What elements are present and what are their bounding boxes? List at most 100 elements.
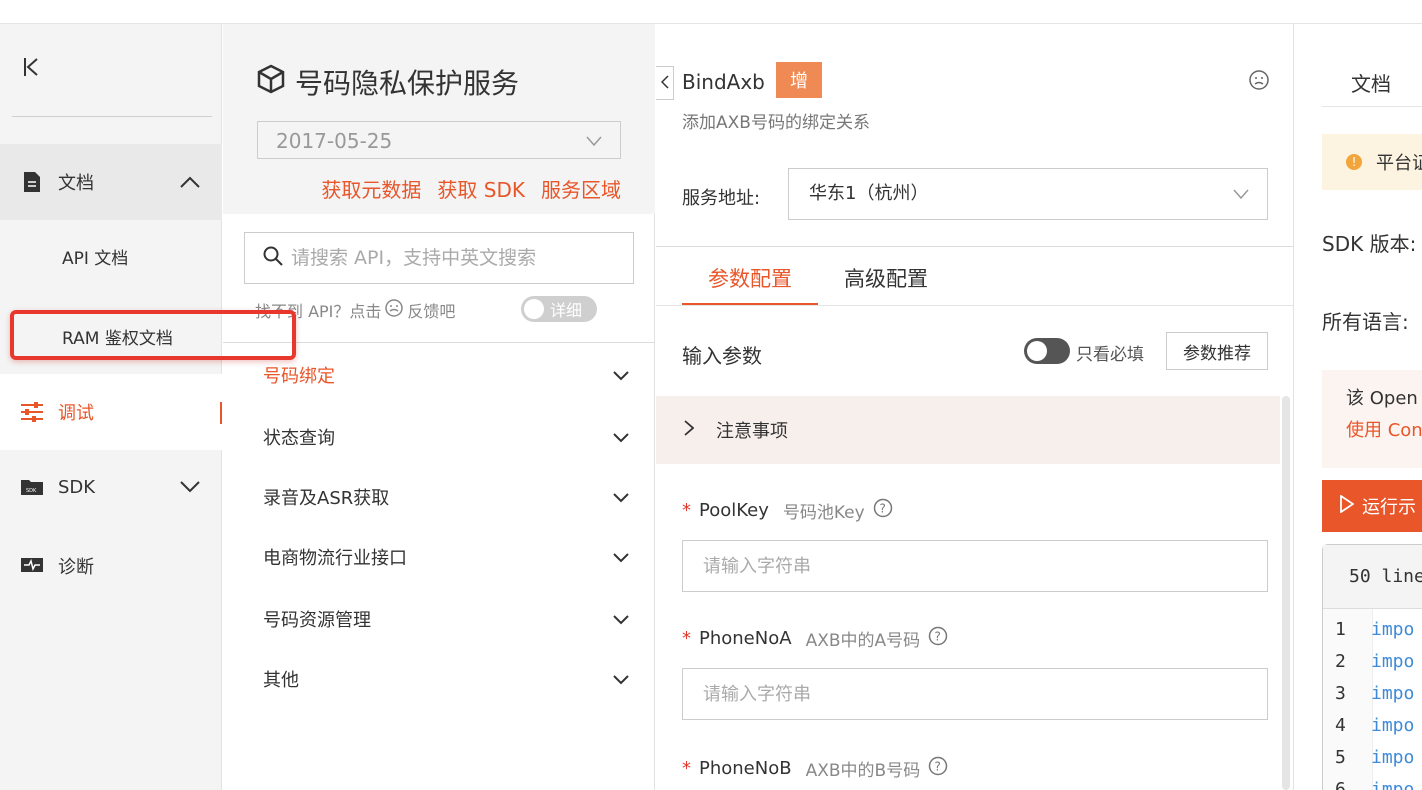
chevron-down-icon	[1233, 169, 1249, 219]
nav-item-docs[interactable]: 文档	[0, 144, 222, 220]
collapse-panel-button[interactable]	[656, 66, 674, 100]
nav-diag-label: 诊断	[58, 557, 94, 578]
code-line: 1 impo	[1323, 613, 1422, 645]
version-select[interactable]: 2017-05-25	[257, 121, 621, 159]
category-recording-asr[interactable]: 录音及ASR获取	[263, 484, 629, 510]
param-label-phonenoa: * PhoneNoA AXB中的A号码 ?	[682, 626, 948, 651]
line-number: 4	[1335, 714, 1346, 736]
info-text: 该 Open	[1346, 388, 1418, 409]
param-name: PhoneNoB	[699, 758, 792, 779]
tab-docs[interactable]: 文档	[1351, 68, 1391, 97]
param-label-phonenob: * PhoneNoB AXB中的B号码 ?	[682, 756, 948, 781]
code-text: impo	[1371, 746, 1415, 768]
notice-collapsible[interactable]: 注意事项	[656, 396, 1280, 464]
all-languages-label: 所有语言:	[1322, 310, 1409, 334]
sdk-panel: 文档 ! 平台证 SDK 版本: 所有语言: 该 Open 使用 Con 运行示…	[1295, 24, 1422, 790]
service-region-link[interactable]: 服务区域	[541, 174, 621, 203]
nav-divider	[12, 116, 212, 117]
chevron-down-icon	[586, 122, 602, 160]
chevron-down-icon	[613, 427, 629, 448]
svg-text:?: ?	[935, 630, 941, 644]
form-scrollbar[interactable]	[1282, 396, 1290, 790]
get-sdk-link[interactable]: 获取 SDK	[437, 174, 525, 203]
openapi-info: 该 Open 使用 Con	[1322, 370, 1422, 468]
nav-item-sdk[interactable]: SDK SDK	[0, 452, 222, 522]
run-label: 运行示	[1362, 497, 1416, 518]
collapse-sidebar-icon[interactable]	[22, 56, 40, 84]
chevron-down-icon	[613, 609, 629, 630]
param-hint: AXB中的B号码	[805, 761, 921, 781]
category-status-query[interactable]: 状态查询	[263, 424, 629, 450]
param-label-poolkey: * PoolKey 号码池Key ?	[682, 498, 893, 523]
category-other[interactable]: 其他	[263, 666, 629, 692]
info-link[interactable]: 使用 Con	[1346, 416, 1422, 442]
help-icon[interactable]: ?	[873, 498, 893, 523]
highlight-annotation	[10, 310, 296, 360]
line-number: 1	[1335, 618, 1346, 640]
get-metadata-link[interactable]: 获取元数据	[321, 174, 421, 203]
config-tabs: 参数配置 高级配置	[682, 264, 954, 306]
monitor-pulse-icon	[20, 557, 44, 575]
required-mark: *	[682, 628, 691, 649]
platform-warning: ! 平台证	[1322, 134, 1422, 190]
param-recommend-button[interactable]: 参数推荐	[1166, 332, 1268, 370]
chevron-down-icon	[613, 669, 629, 690]
required-only-toggle[interactable]	[1024, 338, 1070, 364]
toggle-knob	[524, 299, 544, 319]
code-text: impo	[1371, 618, 1415, 640]
tab-param-config[interactable]: 参数配置	[682, 264, 818, 306]
sdk-folder-icon: SDK	[20, 478, 44, 496]
param-hint: 号码池Key	[782, 503, 865, 523]
nav-item-debug[interactable]: 调试	[0, 374, 222, 450]
feedback-smile-icon[interactable]	[385, 299, 404, 321]
sliders-icon	[20, 401, 44, 423]
chevron-left-icon	[660, 74, 669, 93]
service-links: 获取元数据 获取 SDK 服务区域	[321, 174, 621, 203]
feedback-link[interactable]: 反馈吧	[407, 298, 455, 322]
nav-item-api-docs[interactable]: API 文档	[62, 244, 128, 269]
feedback-face-icon[interactable]	[1249, 70, 1269, 94]
category-number-binding[interactable]: 号码绑定	[263, 362, 629, 388]
run-example-button[interactable]: 运行示	[1322, 480, 1422, 532]
api-search-box	[244, 232, 634, 284]
endpoint-label: 服务地址:	[682, 188, 761, 209]
help-icon[interactable]: ?	[928, 626, 948, 651]
api-description: 添加AXB号码的绑定关系	[682, 113, 870, 133]
nav-debug-label: 调试	[58, 403, 94, 424]
detail-toggle[interactable]: 详细	[521, 296, 597, 322]
chevron-right-icon	[684, 419, 695, 441]
tab-advanced-config[interactable]: 高级配置	[818, 264, 954, 306]
chevron-up-icon	[180, 173, 200, 192]
code-line: 2 impo	[1323, 645, 1422, 677]
param-name: PoolKey	[699, 500, 769, 521]
service-header: 号码隐私保护服务 2017-05-25 获取元数据 获取 SDK 服务区域	[223, 24, 655, 214]
category-label: 其他	[263, 670, 299, 691]
category-label: 录音及ASR获取	[263, 488, 390, 509]
phonenoa-input[interactable]	[682, 668, 1268, 720]
active-indicator	[220, 402, 222, 424]
category-number-resources[interactable]: 号码资源管理	[263, 606, 629, 632]
help-icon[interactable]: ?	[928, 756, 948, 781]
endpoint-select[interactable]: 华东1（杭州）	[788, 168, 1268, 220]
api-type-badge: 增	[776, 62, 822, 98]
line-number: 3	[1335, 682, 1346, 704]
tabs-underline	[656, 305, 1294, 306]
required-mark: *	[682, 500, 691, 521]
svg-text:?: ?	[935, 760, 941, 774]
category-ecommerce-logistics[interactable]: 电商物流行业接口	[263, 544, 629, 570]
param-name: PhoneNoA	[699, 628, 792, 649]
api-name: BindAxb	[682, 70, 765, 94]
version-value: 2017-05-25	[276, 129, 393, 153]
service-title-text: 号码隐私保护服务	[295, 67, 520, 100]
code-line: 3 impo	[1323, 677, 1422, 709]
required-mark: *	[682, 758, 691, 779]
api-search-input[interactable]	[291, 247, 611, 269]
code-text: impo	[1371, 650, 1415, 672]
poolkey-input[interactable]	[682, 540, 1268, 592]
search-icon	[263, 246, 283, 270]
detail-toggle-label: 详细	[550, 301, 583, 320]
nav-item-diagnose[interactable]: 诊断	[0, 528, 222, 604]
required-only-label: 只看必填	[1076, 345, 1144, 365]
category-label: 状态查询	[263, 428, 335, 449]
chevron-down-icon	[613, 487, 629, 508]
